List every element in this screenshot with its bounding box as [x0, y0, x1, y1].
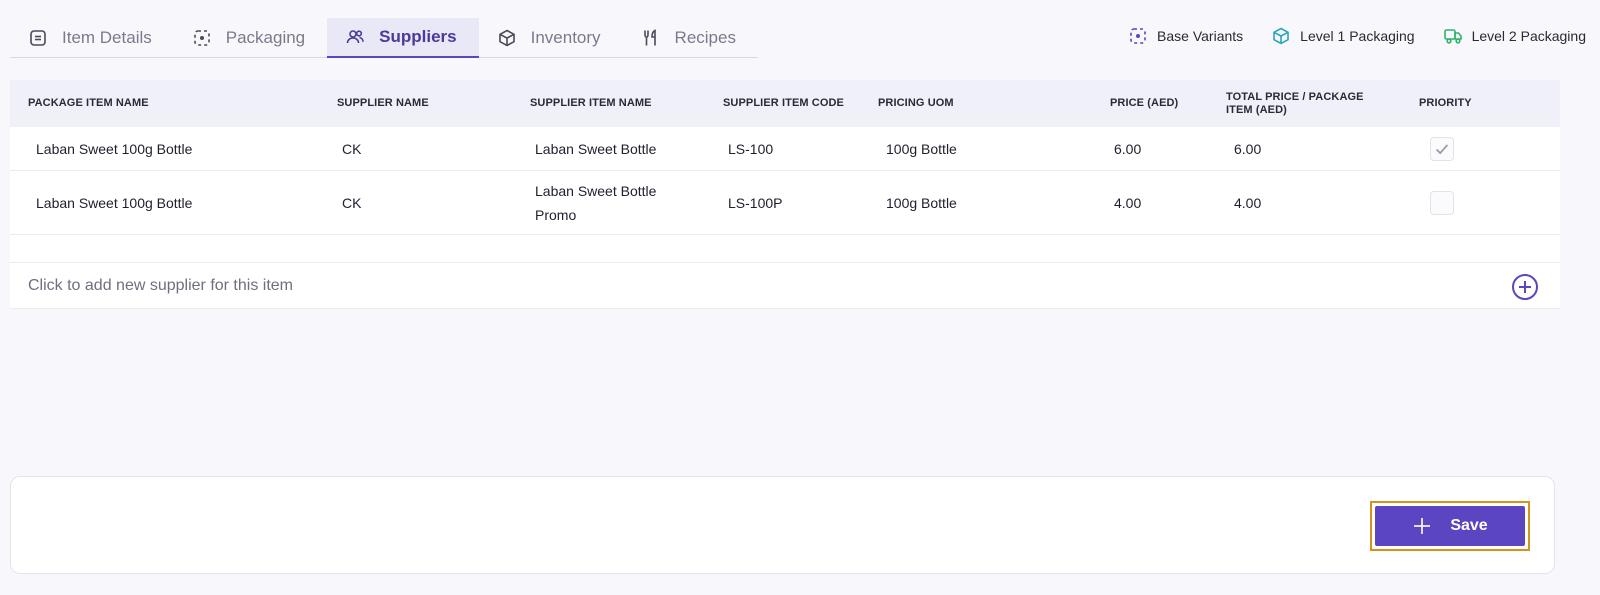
- cell-pricing-uom: 100g Bottle: [886, 140, 957, 157]
- cell-package-item-name: Laban Sweet 100g Bottle: [36, 140, 193, 157]
- tab-label: Suppliers: [379, 27, 457, 46]
- cell-package-item-name: Laban Sweet 100g Bottle: [36, 194, 193, 211]
- suppliers-table: PACKAGE ITEM NAME SUPPLIER NAME SUPPLIER…: [10, 80, 1560, 309]
- tab-recipes[interactable]: Recipes: [623, 18, 758, 58]
- cell-supplier-item-code: LS-100: [728, 140, 774, 157]
- save-button-highlight: Save: [1370, 501, 1530, 551]
- dashed-box-icon: [193, 30, 210, 46]
- legend-base-variants: Base Variants: [1128, 26, 1243, 46]
- tab-inventory[interactable]: Inventory: [479, 18, 623, 58]
- header-pricing-uom: PRICING UOM: [878, 97, 954, 109]
- cell-supplier-item-name: Laban Sweet Bottle: [535, 140, 657, 157]
- tab-suppliers[interactable]: Suppliers: [327, 18, 479, 58]
- header-priority: PRIORITY: [1419, 97, 1472, 109]
- legend-level-1-packaging: Level 1 Packaging: [1271, 26, 1415, 46]
- header-package-item-name: PACKAGE ITEM NAME: [28, 97, 149, 109]
- dashed-box-icon: [1130, 28, 1146, 44]
- cell-total-price: 6.00: [1234, 140, 1262, 157]
- cell-priority: [1430, 127, 1454, 170]
- tab-bar: Item Details Packaging Suppliers Invento…: [10, 18, 758, 58]
- tab-packaging[interactable]: Packaging: [174, 18, 327, 58]
- cube-icon: [1273, 27, 1289, 45]
- header-supplier-item-code: SUPPLIER ITEM CODE: [723, 97, 844, 109]
- cell-pricing-uom: 100g Bottle: [886, 194, 957, 211]
- table-row[interactable]: Laban Sweet 100g Bottle CK Laban Sweet B…: [10, 127, 1560, 171]
- add-supplier-row[interactable]: Click to add new supplier for this item: [10, 263, 1560, 309]
- legend-level-2-packaging: Level 2 Packaging: [1443, 26, 1586, 46]
- doc-icon: [30, 30, 46, 46]
- cell-total-price: 4.00: [1234, 194, 1262, 211]
- cell-supplier-name: CK: [342, 194, 362, 211]
- header-price: PRICE (AED): [1110, 97, 1179, 109]
- tab-item-details[interactable]: Item Details: [10, 18, 174, 58]
- check-icon: [1435, 143, 1449, 154]
- add-supplier-button[interactable]: [1512, 274, 1538, 300]
- cell-supplier-item-code: LS-100P: [728, 194, 783, 211]
- cube-icon: [498, 29, 515, 47]
- table-row[interactable]: Laban Sweet 100g Bottle CK Laban Sweet B…: [10, 171, 1560, 235]
- plus-icon: [1519, 281, 1531, 293]
- cell-supplier-name: CK: [342, 140, 362, 157]
- priority-checkbox[interactable]: [1430, 190, 1454, 215]
- plus-icon: [1414, 518, 1431, 534]
- legend-label: Level 1 Packaging: [1300, 28, 1415, 44]
- header-total-price: TOTAL PRICE / PACKAGE ITEM (AED): [1226, 90, 1364, 116]
- tab-label: Recipes: [674, 28, 736, 47]
- packaging-legend: Base Variants Level 1 Packaging Level 2 …: [1128, 26, 1586, 46]
- header-supplier-item-name: SUPPLIER ITEM NAME: [530, 97, 652, 109]
- table-spacer: [10, 235, 1560, 263]
- footer-bar: Save: [10, 476, 1555, 574]
- tab-label: Item Details: [62, 28, 152, 47]
- table-header: PACKAGE ITEM NAME SUPPLIER NAME SUPPLIER…: [10, 80, 1560, 127]
- tab-label: Inventory: [530, 28, 601, 47]
- users-icon: [346, 30, 364, 44]
- truck-icon: [1443, 29, 1462, 44]
- header-supplier-name: SUPPLIER NAME: [337, 97, 429, 109]
- save-label: Save: [1450, 517, 1488, 534]
- add-supplier-text: Click to add new supplier for this item: [28, 276, 293, 294]
- fork-knife-icon: [643, 29, 656, 46]
- tab-label: Packaging: [225, 28, 306, 47]
- priority-checkbox[interactable]: [1430, 136, 1454, 161]
- cell-priority: [1430, 171, 1454, 234]
- save-button[interactable]: Save: [1375, 506, 1525, 546]
- cell-supplier-item-name: Laban Sweet Bottle Promo: [535, 182, 657, 223]
- cell-price: 6.00: [1114, 140, 1142, 157]
- legend-label: Level 2 Packaging: [1471, 28, 1586, 44]
- legend-label: Base Variants: [1157, 28, 1244, 44]
- cell-price: 4.00: [1114, 194, 1142, 211]
